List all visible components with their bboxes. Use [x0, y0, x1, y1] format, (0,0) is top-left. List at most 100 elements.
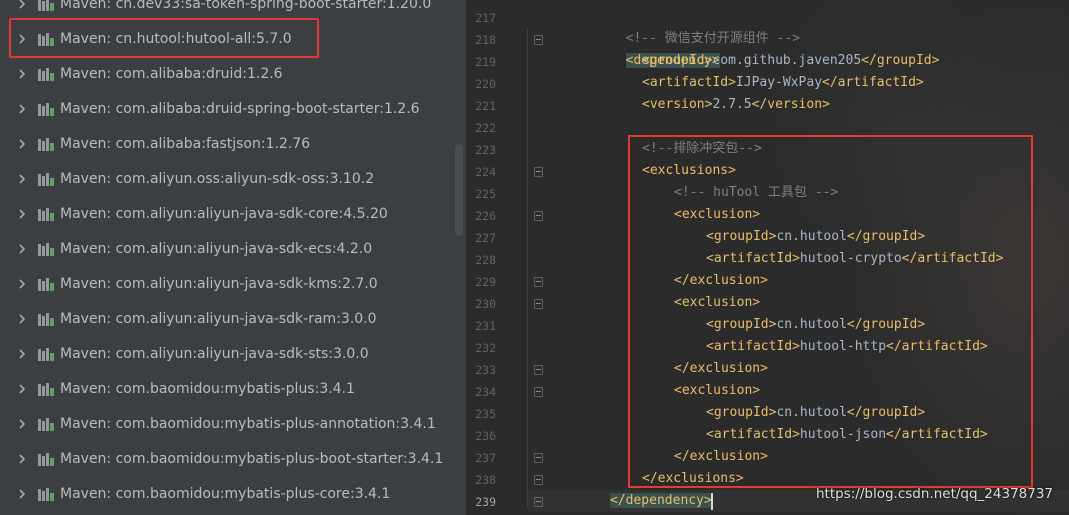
chevron-right-icon[interactable]: [16, 138, 28, 150]
xml-tag-exclusions-close: </exclusions>: [642, 471, 744, 486]
xml-tag-open: <version>: [642, 97, 713, 112]
xml-tag-exclusion-open: <exclusion>: [674, 383, 761, 398]
chevron-right-icon[interactable]: [16, 453, 28, 465]
fold-marker-icon[interactable]: [534, 475, 543, 485]
fold-marker-icon[interactable]: [534, 35, 543, 45]
line-number: 218: [475, 33, 496, 47]
xml-tag-close: </groupId>: [861, 53, 940, 68]
tree-item-label: Maven: com.baomidou:mybatis-plus:3.4.1: [60, 381, 355, 397]
tree-item-druid-starter[interactable]: Maven: com.alibaba:druid-spring-boot-sta…: [0, 92, 466, 127]
code-line-233[interactable]: </exclusion>: [674, 358, 768, 380]
chevron-right-icon[interactable]: [16, 313, 28, 325]
tree-item-aliyun-sdk-core[interactable]: Maven: com.aliyun:aliyun-java-sdk-core:4…: [0, 197, 466, 232]
tree-item-mybatis-plus-annotation[interactable]: Maven: com.baomidou:mybatis-plus-annotat…: [0, 407, 466, 442]
tree-scrollbar-thumb[interactable]: [455, 144, 463, 236]
xml-tag-exclusion-close: </exclusion>: [674, 449, 768, 464]
code-line-218[interactable]: <dependency>: [610, 28, 720, 68]
xml-value: 2.7.5: [712, 97, 752, 112]
tree-item-aliyun-sdk-kms[interactable]: Maven: com.aliyun:aliyun-java-sdk-kms:2.…: [0, 267, 466, 302]
line-number: 227: [475, 231, 496, 245]
code-line-229[interactable]: </exclusion>: [674, 270, 768, 292]
fold-marker-icon[interactable]: [534, 453, 543, 463]
library-icon: [38, 278, 54, 291]
code-line-227[interactable]: <groupId>cn.hutool</groupId>: [706, 226, 925, 248]
chevron-right-icon[interactable]: [16, 278, 28, 290]
code-line-225[interactable]: <!-- huTool 工具包 -->: [674, 182, 838, 204]
tree-item-label: Maven: com.aliyun:aliyun-java-sdk-ecs:4.…: [60, 241, 373, 257]
chevron-right-icon[interactable]: [16, 243, 28, 255]
tree-item-druid[interactable]: Maven: com.alibaba:druid:1.2.6: [0, 57, 466, 92]
chevron-right-icon[interactable]: [16, 348, 28, 360]
fold-marker-icon[interactable]: [534, 299, 543, 309]
chevron-right-icon[interactable]: [16, 103, 28, 115]
code-line-235[interactable]: <groupId>cn.hutool</groupId>: [706, 402, 925, 424]
xml-value: hutool-crypto: [799, 251, 902, 266]
code-line-228[interactable]: <artifactId>hutool-crypto</artifactId>: [706, 248, 1003, 270]
xml-tag-close: </groupId>: [846, 229, 926, 244]
line-number: 225: [475, 187, 496, 201]
tree-item-label: Maven: cn.hutool:hutool-all:5.7.0: [60, 31, 292, 47]
code-line-234[interactable]: <exclusion>: [674, 380, 760, 402]
code-line-221[interactable]: <version>2.7.5</version>: [642, 94, 830, 116]
code-line-237[interactable]: </exclusion>: [674, 446, 768, 468]
xml-tag-open: <artifactId>: [706, 427, 800, 442]
project-tree: Maven: cn.dev33:sa-token-spring-boot-sta…: [0, 0, 466, 515]
tree-item-mybatis-plus[interactable]: Maven: com.baomidou:mybatis-plus:3.4.1: [0, 372, 466, 407]
line-number: 236: [475, 429, 496, 443]
xml-value: com.github.javen205: [712, 53, 862, 68]
code-line-217[interactable]: <!-- 微信支付开源组件 -->: [610, 6, 800, 46]
tree-item-label: Maven: com.aliyun:aliyun-java-sdk-sts:3.…: [60, 346, 369, 362]
watermark: https://blog.csdn.net/qq_24378737: [816, 486, 1054, 502]
fold-marker-icon[interactable]: [534, 387, 543, 397]
code-line-226[interactable]: <exclusion>: [674, 204, 760, 226]
chevron-right-icon[interactable]: [16, 208, 28, 220]
line-number-gutter: 217 218 219 220 221 222 223 224 225 226 …: [466, 0, 536, 515]
chevron-right-icon[interactable]: [16, 33, 28, 45]
tree-item-mybatis-plus-core[interactable]: Maven: com.baomidou:mybatis-plus-core:3.…: [0, 477, 466, 512]
fold-marker-icon[interactable]: [534, 167, 543, 177]
fold-marker-icon[interactable]: [534, 211, 543, 221]
line-number: 221: [475, 99, 496, 113]
xml-tag-exclusion-close: </exclusion>: [674, 273, 768, 288]
tree-item-aliyun-sdk-sts[interactable]: Maven: com.aliyun:aliyun-java-sdk-sts:3.…: [0, 337, 466, 372]
chevron-right-icon[interactable]: [16, 418, 28, 430]
tree-item-label: Maven: com.aliyun.oss:aliyun-sdk-oss:3.1…: [60, 171, 375, 187]
tree-item-mybatis-plus-boot-starter[interactable]: Maven: com.baomidou:mybatis-plus-boot-st…: [0, 442, 466, 477]
chevron-right-icon[interactable]: [16, 173, 28, 185]
tree-item-aliyun-sdk-ecs[interactable]: Maven: com.aliyun:aliyun-java-sdk-ecs:4.…: [0, 232, 466, 267]
code-line-232[interactable]: <artifactId>hutool-http</artifactId>: [706, 336, 988, 358]
tree-item-label: Maven: cn.dev33:sa-token-spring-boot-sta…: [60, 0, 432, 12]
line-number: 232: [475, 341, 496, 355]
xml-tag-close: </groupId>: [846, 317, 926, 332]
line-number: 235: [475, 407, 496, 421]
code-line-236[interactable]: <artifactId>hutool-json</artifactId>: [706, 424, 988, 446]
chevron-right-icon[interactable]: [16, 0, 28, 10]
chevron-right-icon[interactable]: [16, 68, 28, 80]
code-line-224[interactable]: <exclusions>: [642, 160, 736, 182]
library-icon: [38, 348, 54, 361]
code-line-238[interactable]: </exclusions>: [642, 468, 744, 490]
tree-item-fastjson[interactable]: Maven: com.alibaba:fastjson:1.2.76: [0, 127, 466, 162]
library-icon: [38, 418, 54, 431]
tree-item-sa-token[interactable]: Maven: cn.dev33:sa-token-spring-boot-sta…: [0, 0, 466, 22]
xml-tag-open: <groupId>: [706, 317, 777, 332]
code-line-239[interactable]: </dependency>: [610, 490, 712, 512]
code-line-231[interactable]: <groupId>cn.hutool</groupId>: [706, 314, 925, 336]
tree-item-aliyun-sdk-oss[interactable]: Maven: com.aliyun.oss:aliyun-sdk-oss:3.1…: [0, 162, 466, 197]
line-number: 222: [475, 121, 496, 135]
tree-item-hutool-all[interactable]: Maven: cn.hutool:hutool-all:5.7.0: [0, 22, 466, 57]
fold-marker-icon[interactable]: [534, 497, 543, 507]
library-icon: [38, 173, 54, 186]
code-line-230[interactable]: <exclusion>: [674, 292, 760, 314]
line-number: 219: [475, 55, 496, 69]
chevron-right-icon[interactable]: [16, 488, 28, 500]
tree-item-aliyun-sdk-ram[interactable]: Maven: com.aliyun:aliyun-java-sdk-ram:3.…: [0, 302, 466, 337]
library-icon: [38, 68, 54, 81]
chevron-right-icon[interactable]: [16, 383, 28, 395]
code-line-219[interactable]: <groupId>com.github.javen205</groupId>: [642, 50, 939, 72]
code-line-220[interactable]: <artifactId>IJPay-WxPay</artifactId>: [642, 72, 924, 94]
fold-marker-icon[interactable]: [534, 365, 543, 375]
line-number: 224: [475, 165, 496, 179]
code-line-223[interactable]: <!--排除冲突包-->: [642, 138, 762, 160]
fold-marker-icon[interactable]: [534, 277, 543, 287]
